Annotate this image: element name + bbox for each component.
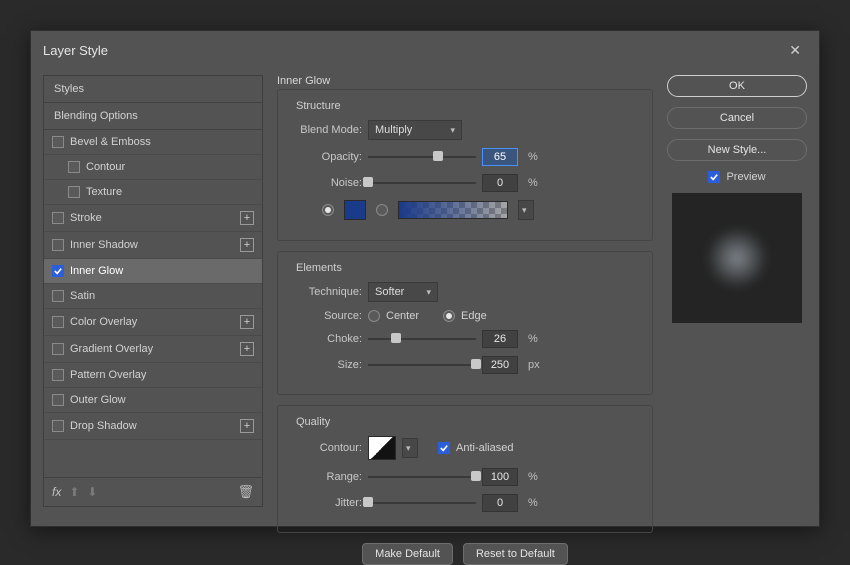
size-input[interactable]: 250 bbox=[482, 356, 518, 374]
size-label: Size: bbox=[290, 359, 362, 371]
color-swatch[interactable] bbox=[344, 200, 366, 220]
row-stroke[interactable]: Stroke + bbox=[44, 205, 262, 232]
row-color-overlay[interactable]: Color Overlay + bbox=[44, 309, 262, 336]
contour-picker[interactable] bbox=[368, 436, 396, 460]
choke-label: Choke: bbox=[290, 333, 362, 345]
elements-legend: Elements bbox=[292, 262, 346, 274]
range-label: Range: bbox=[290, 471, 362, 483]
row-pattern-overlay[interactable]: Pattern Overlay bbox=[44, 363, 262, 388]
quality-group: Quality Contour: ▾ Anti-aliased Range: 1… bbox=[277, 405, 653, 533]
checkbox-color-overlay[interactable] bbox=[52, 316, 64, 328]
row-gradient-overlay[interactable]: Gradient Overlay + bbox=[44, 336, 262, 363]
range-input[interactable]: 100 bbox=[482, 468, 518, 486]
chevron-down-icon: ▾ bbox=[426, 287, 431, 298]
checkbox-texture[interactable] bbox=[68, 186, 80, 198]
source-center-radio[interactable] bbox=[368, 310, 380, 322]
technique-label: Technique: bbox=[290, 286, 362, 298]
noise-slider[interactable] bbox=[368, 176, 476, 190]
gradient-preview[interactable] bbox=[398, 201, 508, 219]
checkbox-outer-glow[interactable] bbox=[52, 394, 64, 406]
row-drop-shadow[interactable]: Drop Shadow + bbox=[44, 413, 262, 440]
checkbox-bevel[interactable] bbox=[52, 136, 64, 148]
opacity-input[interactable]: 65 bbox=[482, 148, 518, 166]
row-inner-glow[interactable]: Inner Glow bbox=[44, 259, 262, 284]
blending-options[interactable]: Blending Options bbox=[44, 103, 262, 130]
styles-header[interactable]: Styles bbox=[44, 76, 262, 103]
choke-input[interactable]: 26 bbox=[482, 330, 518, 348]
add-color-overlay-icon[interactable]: + bbox=[240, 315, 254, 329]
row-texture[interactable]: Texture bbox=[44, 180, 262, 205]
contour-label: Contour: bbox=[290, 442, 362, 454]
checkbox-satin[interactable] bbox=[52, 290, 64, 302]
noise-label: Noise: bbox=[290, 177, 362, 189]
checkbox-drop-shadow[interactable] bbox=[52, 420, 64, 432]
quality-legend: Quality bbox=[292, 416, 334, 428]
add-gradient-overlay-icon[interactable]: + bbox=[240, 342, 254, 356]
close-icon[interactable]: ✕ bbox=[783, 38, 807, 63]
row-contour[interactable]: Contour bbox=[44, 155, 262, 180]
ok-button[interactable]: OK bbox=[667, 75, 807, 97]
color-type-radio-gradient[interactable] bbox=[376, 204, 388, 216]
chevron-down-icon: ▾ bbox=[450, 125, 455, 136]
range-slider[interactable] bbox=[368, 470, 476, 484]
gradient-dropdown[interactable]: ▾ bbox=[518, 200, 534, 220]
reset-default-button[interactable]: Reset to Default bbox=[463, 543, 568, 565]
opacity-slider[interactable] bbox=[368, 150, 476, 164]
checkbox-inner-glow[interactable] bbox=[52, 265, 64, 277]
dialog-title: Layer Style bbox=[43, 43, 108, 58]
add-drop-shadow-icon[interactable]: + bbox=[240, 419, 254, 433]
row-bevel-emboss[interactable]: Bevel & Emboss bbox=[44, 130, 262, 155]
checkbox-inner-shadow[interactable] bbox=[52, 239, 64, 251]
jitter-slider[interactable] bbox=[368, 496, 476, 510]
dialog-body: Styles Blending Options Bevel & Emboss C… bbox=[31, 69, 819, 519]
row-satin[interactable]: Satin bbox=[44, 284, 262, 309]
move-up-icon[interactable]: ⬆ bbox=[69, 485, 79, 499]
contour-dropdown[interactable]: ▾ bbox=[402, 438, 418, 458]
panel-title: Inner Glow bbox=[277, 75, 653, 87]
checkbox-contour[interactable] bbox=[68, 161, 80, 173]
preview-checkbox[interactable] bbox=[708, 171, 720, 183]
settings-panel: Inner Glow Structure Blend Mode: Multipl… bbox=[277, 75, 653, 507]
add-inner-shadow-icon[interactable]: + bbox=[240, 238, 254, 252]
checkbox-pattern-overlay[interactable] bbox=[52, 369, 64, 381]
move-down-icon[interactable]: ⬇ bbox=[87, 485, 97, 499]
preview-toggle[interactable]: Preview bbox=[667, 171, 807, 183]
row-inner-shadow[interactable]: Inner Shadow + bbox=[44, 232, 262, 259]
chevron-down-icon: ▾ bbox=[406, 443, 411, 454]
effects-footer: fx ⬆ ⬇ 🗑 bbox=[44, 477, 262, 506]
new-style-button[interactable]: New Style... bbox=[667, 139, 807, 161]
dialog-actions: OK Cancel New Style... Preview bbox=[667, 75, 807, 507]
blend-mode-select[interactable]: Multiply ▾ bbox=[368, 120, 462, 140]
checkbox-gradient-overlay[interactable] bbox=[52, 343, 64, 355]
titlebar: Layer Style ✕ bbox=[31, 31, 819, 69]
structure-group: Structure Blend Mode: Multiply ▾ Opacity… bbox=[277, 89, 653, 241]
chevron-down-icon: ▾ bbox=[522, 205, 527, 216]
source-edge-radio[interactable] bbox=[443, 310, 455, 322]
preview-thumbnail bbox=[672, 193, 802, 323]
jitter-label: Jitter: bbox=[290, 497, 362, 509]
antialiased-checkbox[interactable] bbox=[438, 442, 450, 454]
cancel-button[interactable]: Cancel bbox=[667, 107, 807, 129]
size-slider[interactable] bbox=[368, 358, 476, 372]
layer-style-dialog: Layer Style ✕ Styles Blending Options Be… bbox=[30, 30, 820, 527]
effects-list: Styles Blending Options Bevel & Emboss C… bbox=[43, 75, 263, 507]
noise-input[interactable]: 0 bbox=[482, 174, 518, 192]
make-default-button[interactable]: Make Default bbox=[362, 543, 453, 565]
color-type-radio-solid[interactable] bbox=[322, 204, 334, 216]
technique-select[interactable]: Softer ▾ bbox=[368, 282, 438, 302]
trash-icon[interactable]: 🗑 bbox=[237, 484, 254, 500]
blend-mode-label: Blend Mode: bbox=[290, 124, 362, 136]
row-outer-glow[interactable]: Outer Glow bbox=[44, 388, 262, 413]
checkbox-stroke[interactable] bbox=[52, 212, 64, 224]
source-label: Source: bbox=[290, 310, 362, 322]
add-stroke-icon[interactable]: + bbox=[240, 211, 254, 225]
elements-group: Elements Technique: Softer ▾ Source: Cen… bbox=[277, 251, 653, 395]
jitter-input[interactable]: 0 bbox=[482, 494, 518, 512]
structure-legend: Structure bbox=[292, 100, 345, 112]
opacity-label: Opacity: bbox=[290, 151, 362, 163]
choke-slider[interactable] bbox=[368, 332, 476, 346]
fx-menu-icon[interactable]: fx bbox=[52, 485, 61, 499]
